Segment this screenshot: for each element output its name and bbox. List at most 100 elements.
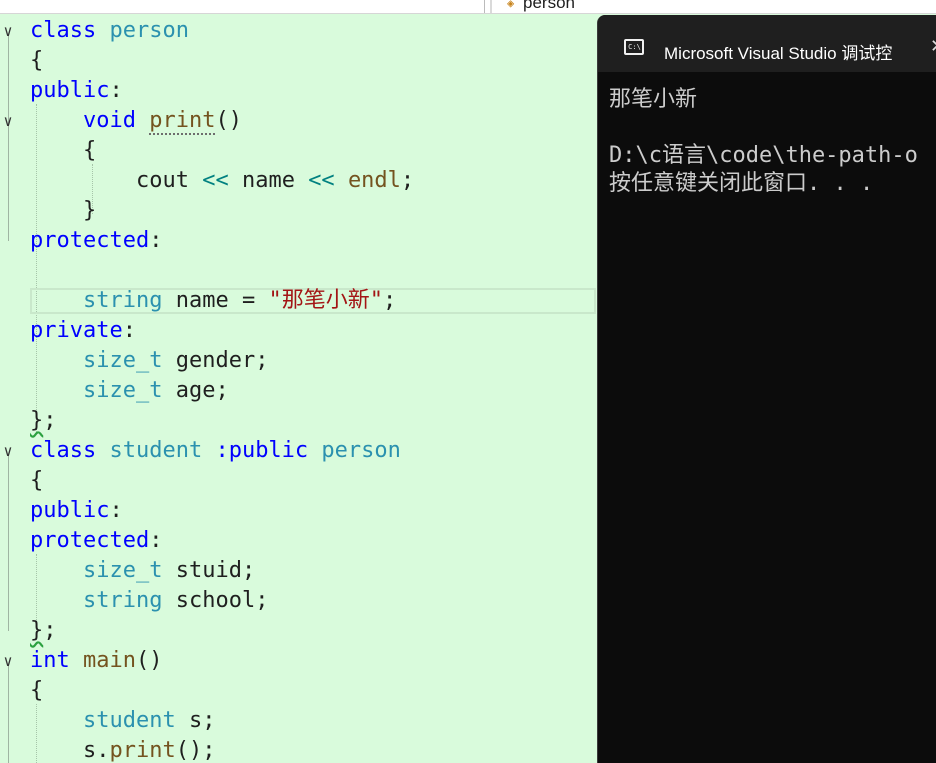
console-output-line: 那笔小新: [609, 87, 698, 112]
identifier: s: [188, 708, 203, 733]
console-output-line: 按任意键关闭此窗口. . .: [609, 171, 874, 196]
operator: <<: [202, 168, 229, 193]
nav-splitter[interactable]: [490, 0, 492, 13]
brace: {: [82, 138, 97, 163]
access-specifier: protected: [30, 228, 150, 253]
parens: (): [215, 108, 242, 133]
semicolon: ;: [241, 558, 256, 583]
console-title: Microsoft Visual Studio 调试控: [664, 44, 893, 63]
access-specifier: public: [30, 78, 110, 103]
semicolon: ;: [202, 708, 216, 733]
brace: }: [30, 408, 44, 433]
brace: {: [30, 678, 44, 703]
function-name: print: [149, 108, 216, 135]
console-output-line: D:\c语言\code\the-path-o: [609, 143, 918, 168]
code-line: {: [0, 676, 600, 706]
semicolon: ;: [202, 738, 216, 763]
identifier: name: [175, 288, 229, 313]
semicolon: ;: [255, 588, 269, 613]
inheritance-specifier: :public: [215, 438, 309, 463]
base-class-name: person: [321, 438, 401, 463]
semicolon: ;: [43, 618, 57, 643]
semicolon: ;: [255, 348, 269, 373]
brace: {: [30, 468, 44, 493]
code-line: string school;: [0, 586, 600, 616]
function-call: print: [109, 738, 176, 763]
code-line: s.print();: [0, 736, 600, 763]
string-literal: "那笔小新": [268, 288, 383, 313]
code-line: size_t stuid;: [0, 556, 600, 586]
code-line: private:: [0, 316, 600, 346]
type-name: string: [82, 588, 163, 613]
identifier: school: [175, 588, 256, 613]
type-name: string: [82, 288, 163, 313]
brace: }: [82, 198, 97, 223]
close-icon[interactable]: ✕: [930, 36, 936, 57]
code-line: protected:: [0, 226, 600, 256]
identifier: age: [175, 378, 216, 403]
code-line: {: [0, 136, 600, 166]
code-line: string name = "那笔小新";: [0, 286, 600, 316]
colon: :: [149, 228, 163, 253]
code-line: {: [0, 466, 600, 496]
operator: =: [241, 288, 256, 313]
code-line: ∨ class person: [0, 16, 600, 46]
collapse-chevron-icon[interactable]: ∨: [0, 106, 16, 136]
parens: (): [135, 648, 163, 673]
collapse-chevron-icon[interactable]: ∨: [0, 646, 16, 676]
code-line: student s;: [0, 706, 600, 736]
semicolon: ;: [215, 378, 229, 403]
identifier: name: [241, 168, 295, 193]
access-specifier: private: [30, 318, 123, 343]
member-access: .: [96, 738, 110, 763]
console-icon: C:\: [624, 39, 644, 55]
colon: :: [122, 318, 136, 343]
colon: :: [149, 528, 163, 553]
keyword: class: [30, 18, 97, 43]
brace: }: [30, 618, 44, 643]
access-specifier: public: [30, 498, 110, 523]
code-line: };: [0, 616, 600, 646]
code-line: }: [0, 196, 600, 226]
nav-divider: [478, 0, 485, 13]
code-line: ∨ void print(): [0, 106, 600, 136]
collapse-chevron-icon[interactable]: ∨: [0, 436, 16, 466]
code-editor[interactable]: ∨ class person { public: ∨ void print() …: [0, 14, 600, 763]
code-line: size_t gender;: [0, 346, 600, 376]
code-line: ∨ int main(): [0, 646, 600, 676]
console-titlebar[interactable]: C:\ Microsoft Visual Studio 调试控 ✕: [598, 15, 936, 72]
type-name: size_t: [82, 378, 163, 403]
identifier: stuid: [175, 558, 242, 583]
identifier: gender: [175, 348, 256, 373]
colon: :: [109, 498, 123, 523]
code-line: protected:: [0, 526, 600, 556]
keyword: class: [30, 438, 97, 463]
class-name: person: [109, 18, 189, 43]
collapse-chevron-icon[interactable]: ∨: [0, 16, 16, 46]
code-line: {: [0, 46, 600, 76]
code-line: public:: [0, 496, 600, 526]
semicolon: ;: [400, 168, 415, 193]
code-line: size_t age;: [0, 376, 600, 406]
identifier: cout: [135, 168, 189, 193]
semicolon: ;: [43, 408, 57, 433]
function-name: main: [83, 648, 136, 673]
navigation-bar: ◈ person: [0, 0, 936, 14]
debug-console-window[interactable]: C:\ Microsoft Visual Studio 调试控 ✕ 那笔小新 D…: [597, 15, 936, 763]
code-line: cout << name << endl;: [0, 166, 600, 196]
class-name: student: [109, 438, 203, 463]
code-line: ∨ class student :public person: [0, 436, 600, 466]
member-dropdown[interactable]: person: [523, 0, 575, 13]
identifier: endl: [347, 168, 401, 193]
return-type: void: [82, 108, 136, 133]
operator: <<: [308, 168, 335, 193]
code-line: };: [0, 406, 600, 436]
type-name: size_t: [82, 558, 163, 583]
identifier: s: [82, 738, 97, 763]
semicolon: ;: [382, 288, 397, 313]
type-name: size_t: [82, 348, 163, 373]
access-specifier: protected: [30, 528, 150, 553]
return-type: int: [30, 648, 70, 673]
brace: {: [30, 48, 44, 73]
